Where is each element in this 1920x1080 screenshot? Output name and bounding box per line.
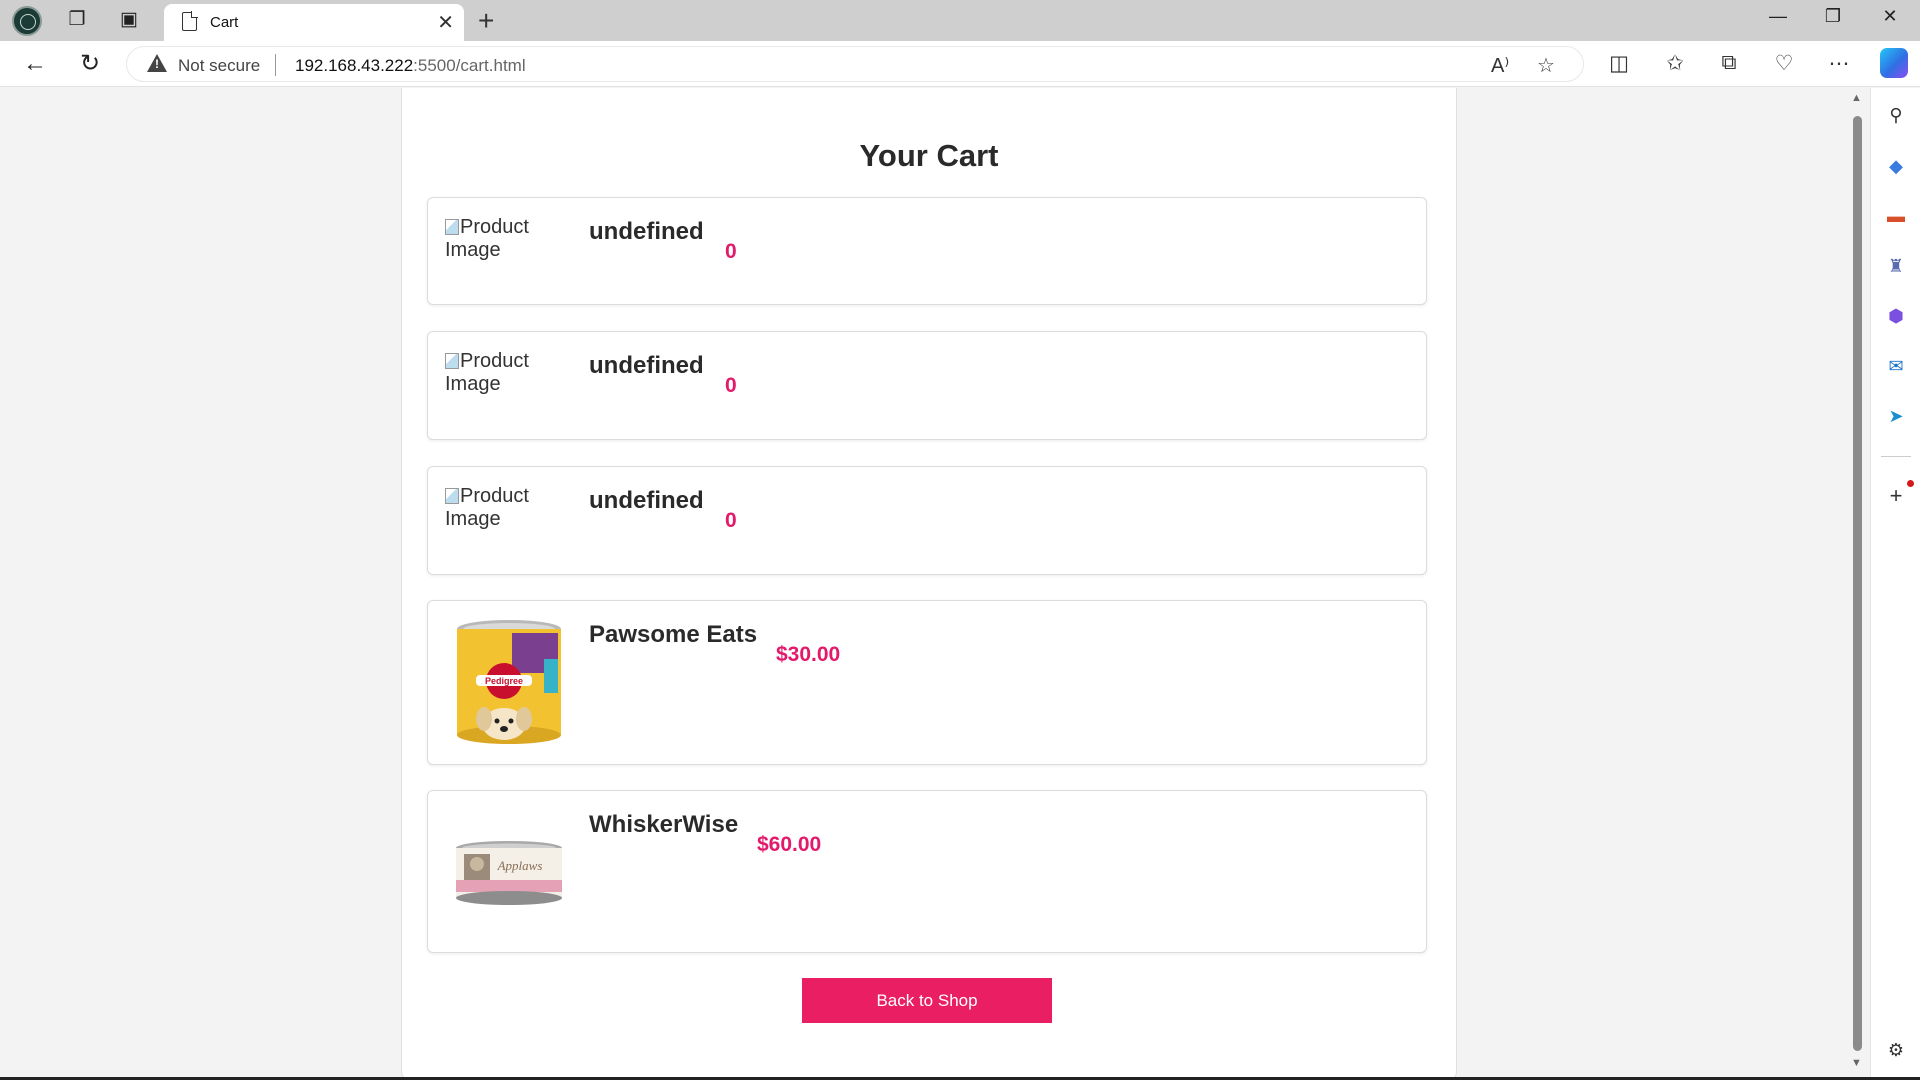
browser-tab-bar: ❐ ▣ Cart ✕ + — ❐ ✕ [0,0,1920,41]
back-icon[interactable]: ← [20,50,50,78]
product-price: 0 [725,509,737,532]
send-icon[interactable]: ➤ [1884,404,1908,428]
more-icon[interactable]: ⋯ [1824,51,1854,76]
product-price: 0 [725,240,737,263]
cart-item: Product Image undefined 0 [427,197,1427,305]
split-screen-icon[interactable]: ◫ [1604,51,1634,76]
url-path: :5500/cart.html [413,56,526,75]
scrollbar-thumb[interactable] [1853,116,1862,1051]
notification-dot [1907,480,1914,487]
product-price: 0 [725,374,737,397]
workspaces-icon[interactable]: ❐ [64,8,90,32]
back-to-shop-button[interactable]: Back to Shop [802,978,1052,1023]
shopping-icon[interactable]: ◆ [1884,154,1908,178]
broken-image-icon [445,488,459,504]
product-name: undefined [589,218,704,245]
page-icon [182,11,198,31]
settings-icon[interactable]: ⚙ [1884,1038,1908,1062]
page-viewport: Your Cart Product Image undefined 0 Prod… [5,88,1849,1080]
favorite-star-icon[interactable]: ☆ [1537,53,1555,78]
broken-image-icon [445,353,459,369]
cart-item: Product Image undefined 0 [427,331,1427,440]
warning-icon [147,54,167,72]
url-separator [275,54,276,76]
page-scrollbar[interactable]: ▲ ▼ [1849,88,1865,1080]
address-bar[interactable]: Not secure 192.168.43.222:5500/cart.html… [126,46,1584,82]
product-image-placeholder: Product Image [445,216,555,262]
new-tab-button[interactable]: + [478,5,494,37]
tab-title: Cart [210,14,239,31]
restore-icon[interactable]: ❐ [1813,6,1853,27]
product-price: $30.00 [776,643,841,666]
tab-cart[interactable]: Cart ✕ [164,4,464,41]
cart-item: Product Image undefined 0 [427,466,1427,575]
scroll-up-icon[interactable]: ▲ [1851,92,1862,104]
cart-container: Your Cart Product Image undefined 0 Prod… [401,88,1457,1080]
broken-image-icon [445,219,459,235]
collections-icon[interactable]: ⧉ [1714,51,1744,75]
product-image-applaws-can: Applaws [456,841,562,905]
product-image-pedigree-can: Pedigree [457,620,561,744]
copilot-icon[interactable] [1880,48,1908,78]
edge-sidebar: ⚲ ◆ ▬ ♜ ⬢ ✉ ➤ + ⚙ [1870,88,1920,1080]
profile-avatar[interactable] [12,6,42,36]
product-name: WhiskerWise [589,811,739,838]
product-image-placeholder: Product Image [445,350,555,396]
address-toolbar: ← ↻ Not secure 192.168.43.222:5500/cart.… [0,41,1920,87]
search-icon[interactable]: ⚲ [1884,103,1908,127]
product-image-placeholder: Product Image [445,485,555,531]
product-name: undefined [589,352,704,379]
favorites-icon[interactable]: ✩ [1660,51,1690,76]
browser-essentials-icon[interactable]: ♡ [1769,51,1799,76]
minimize-icon[interactable]: — [1758,6,1798,27]
sidebar-divider [1881,456,1911,457]
close-window-icon[interactable]: ✕ [1870,6,1910,27]
security-label[interactable]: Not secure [178,56,260,76]
cart-item: Applaws WhiskerWise $60.00 [427,790,1427,953]
svg-text:Applaws: Applaws [497,858,543,873]
url-host: 192.168.43.222 [295,56,414,75]
refresh-icon[interactable]: ↻ [75,50,105,78]
product-price: $60.00 [757,833,822,856]
page-title: Your Cart [859,138,999,173]
close-tab-icon[interactable]: ✕ [437,10,454,35]
tab-actions-icon[interactable]: ▣ [116,8,142,32]
product-name: undefined [589,487,704,514]
microsoft365-icon[interactable]: ⬢ [1884,304,1908,328]
url-text[interactable]: 192.168.43.222:5500/cart.html [295,56,526,76]
add-icon[interactable]: + [1884,484,1908,508]
tools-icon[interactable]: ▬ [1884,204,1908,228]
product-name: Pawsome Eats [589,621,758,648]
games-icon[interactable]: ♜ [1884,254,1908,278]
cart-item: Pedigree Pawsome Eats $30.00 [427,600,1427,765]
outlook-icon[interactable]: ✉ [1884,354,1908,378]
read-aloud-icon[interactable]: A⁾ [1491,53,1509,78]
svg-text:Pedigree: Pedigree [485,676,523,686]
scroll-down-icon[interactable]: ▼ [1851,1057,1862,1069]
